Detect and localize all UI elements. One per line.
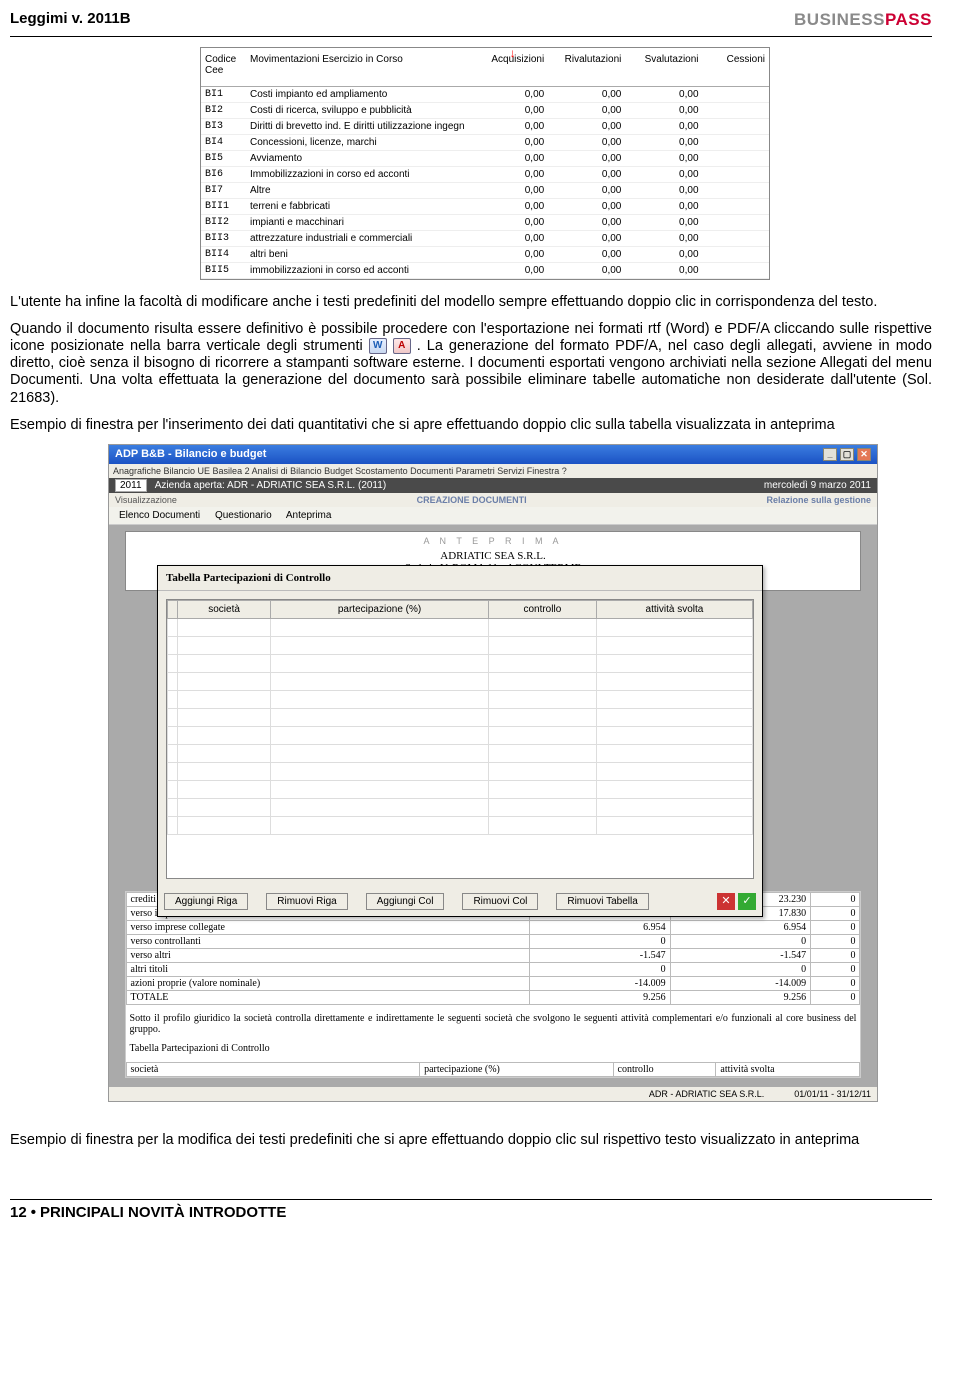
confirm-button[interactable]: ✓	[738, 893, 756, 910]
modal-title: Tabella Partecipazioni di Controllo	[158, 566, 762, 591]
status-company: ADR - ADRIATIC SEA S.R.L.	[649, 1089, 764, 1099]
th-cess: Cessioni	[703, 48, 769, 87]
maximize-icon[interactable]: ▢	[840, 448, 854, 461]
th-codice: Codice Cee	[201, 48, 246, 87]
remove-col-button[interactable]: Rimuovi Col	[462, 893, 538, 910]
pdf-icon: A	[393, 338, 411, 354]
remove-table-button[interactable]: Rimuovi Tabella	[556, 893, 648, 910]
remove-row-button[interactable]: Rimuovi Riga	[266, 893, 347, 910]
subtab-anteprima[interactable]: Anteprima	[286, 510, 332, 521]
tab-creazione[interactable]: CREAZIONE DOCUMENTI	[417, 495, 527, 505]
app-screenshot: ADP B&B - Bilancio e budget _ ▢ ✕ Anagra…	[108, 444, 878, 1102]
modal-table[interactable]: società partecipazione (%) controllo att…	[167, 600, 753, 835]
subtab-questionario[interactable]: Questionario	[215, 510, 272, 521]
red-arrow-icon: ↓	[510, 46, 516, 60]
doc-title: Leggimi v. 2011B	[10, 10, 131, 27]
tab-visualizzazione[interactable]: Visualizzazione	[115, 495, 177, 505]
date-label: mercoledì 9 marzo 2011	[764, 480, 871, 491]
add-col-button[interactable]: Aggiungi Col	[366, 893, 445, 910]
window-title: ADP B&B - Bilancio e budget	[115, 448, 266, 461]
th-mov: Movimentazioni Esercizio in Corso	[246, 48, 471, 87]
company-open: 2011 Azienda aperta: ADR - ADRIATIC SEA …	[115, 480, 386, 491]
close-icon[interactable]: ✕	[857, 448, 871, 461]
th-acq: ↓Acquisizioni	[471, 48, 548, 87]
window-buttons: _ ▢ ✕	[823, 448, 871, 461]
anteprima-label: A N T E P R I M A	[134, 536, 853, 546]
company-name: ADRIATIC SEA S.R.L.	[134, 550, 853, 562]
movimentazioni-table: Codice Cee Movimentazioni Esercizio in C…	[200, 47, 770, 280]
th-riv: Rivalutazioni	[548, 48, 625, 87]
th-sval: Svalutazioni	[625, 48, 702, 87]
status-date: 01/01/11 - 31/12/11	[794, 1089, 871, 1099]
paragraph-3: Esempio di finestra per l'inserimento de…	[10, 417, 932, 434]
minimize-icon[interactable]: _	[823, 448, 837, 461]
tab-relazione[interactable]: Relazione sulla gestione	[766, 495, 871, 505]
cancel-button[interactable]: ✕	[717, 893, 735, 910]
lower-headers-table: società partecipazione (%) controllo att…	[126, 1062, 861, 1077]
lower-paragraph: Sotto il profilo giuridico la società co…	[126, 1005, 861, 1043]
modal-buttons: Aggiungi Riga Rimuovi Riga Aggiungi Col …	[158, 887, 762, 916]
paragraph-4: Esempio di finestra per la modifica dei …	[10, 1132, 932, 1149]
lower-table-title: Tabella Partecipazioni di Controllo	[126, 1043, 861, 1062]
modal-dialog: Tabella Partecipazioni di Controllo soci…	[157, 565, 763, 917]
paragraph-2: Quando il documento risulta essere defin…	[10, 321, 932, 407]
logo: BUSINESSPASS	[794, 10, 932, 30]
subtab-elenco[interactable]: Elenco Documenti	[119, 510, 200, 521]
page-footer: 12•PRINCIPALI NOVITÀ INTRODOTTE	[10, 1199, 932, 1221]
paragraph-1: L'utente ha infine la facoltà di modific…	[10, 294, 932, 311]
menu-bar[interactable]: Anagrafiche Bilancio UE Basilea 2 Analis…	[109, 464, 877, 478]
year-select[interactable]: 2011	[115, 479, 147, 492]
word-icon: W	[369, 338, 387, 354]
add-row-button[interactable]: Aggiungi Riga	[164, 893, 248, 910]
